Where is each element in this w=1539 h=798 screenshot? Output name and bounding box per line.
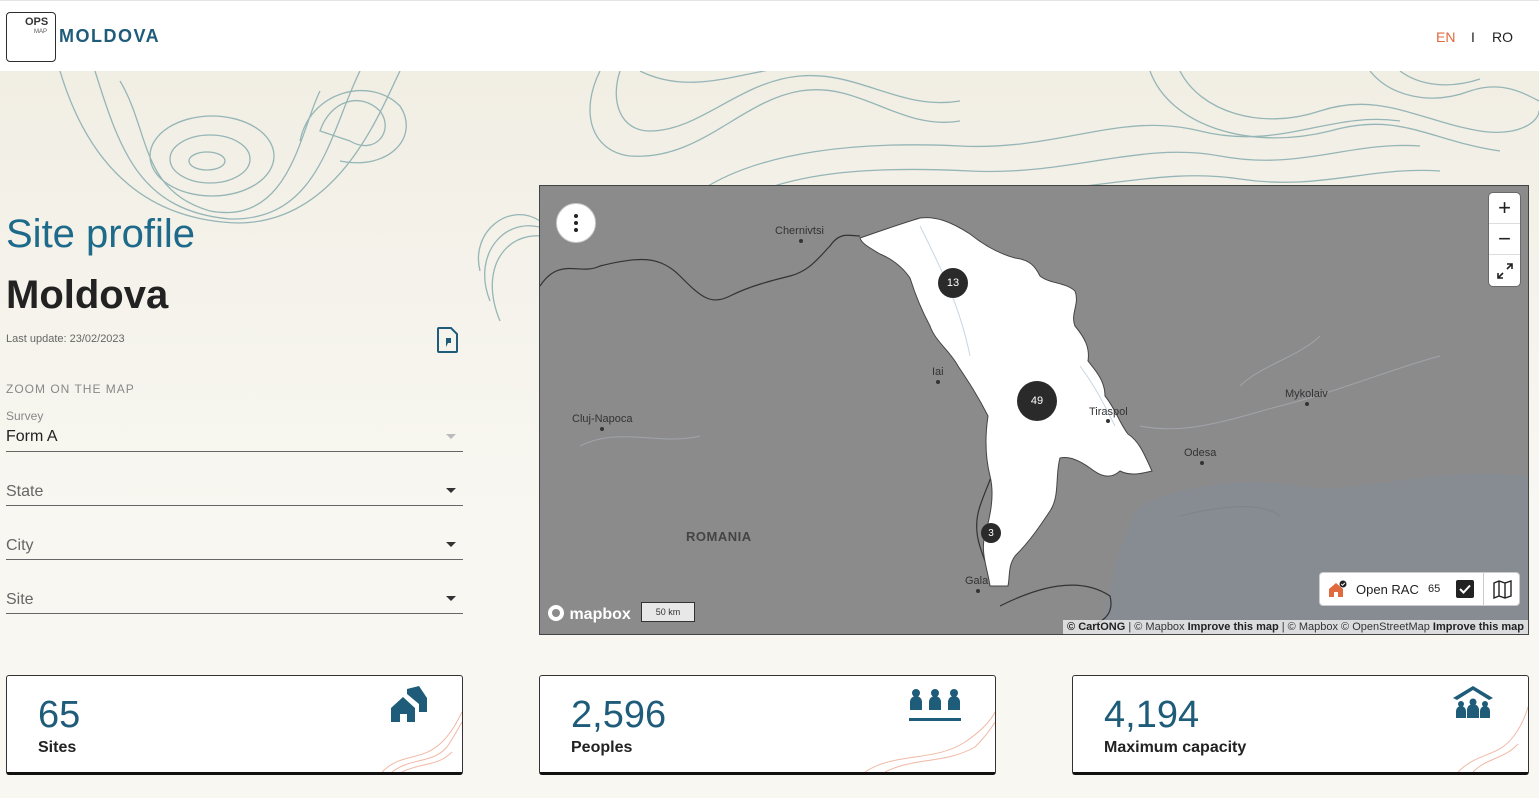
site-cluster[interactable]: 13 xyxy=(938,268,968,298)
mapbox-wordmark: mapbox xyxy=(569,606,631,623)
stat-value: 2,596 xyxy=(571,694,667,736)
place-mykolaiv: Mykolaiv xyxy=(1285,388,1328,400)
place-mykolaiv-dot xyxy=(1305,402,1309,406)
survey-select[interactable]: Survey Form A xyxy=(6,408,463,452)
place-chernivtsi-dot xyxy=(799,239,803,243)
place-odesa-dot xyxy=(1200,461,1204,465)
survey-value: Form A xyxy=(6,428,58,445)
survey-dropdown-caret-icon xyxy=(446,434,456,439)
more-vertical-icon xyxy=(574,214,578,232)
state-placeholder: State xyxy=(6,483,44,500)
map-attribution: © CartONG | © Mapbox Improve this map | … xyxy=(1063,620,1528,634)
survey-label: Survey xyxy=(6,409,44,423)
stat-label: Maximum capacity xyxy=(1104,739,1247,756)
place-chernivtsi: Chernivtsi xyxy=(775,225,824,237)
place-odesa: Odesa xyxy=(1184,447,1217,459)
decorative-swirl xyxy=(1458,706,1528,772)
country-name: Moldova xyxy=(6,273,169,317)
place-galati-dot xyxy=(976,589,980,593)
site-cluster[interactable]: 49 xyxy=(1017,381,1057,421)
legend-label: Open RAC xyxy=(1356,582,1419,597)
decorative-swirl xyxy=(865,711,995,772)
zoom-in-button[interactable]: + xyxy=(1489,193,1520,224)
place-romania: ROMANIA xyxy=(686,529,752,544)
attr-improve-map-2[interactable]: Improve this map xyxy=(1433,621,1524,633)
place-iasi: Iai xyxy=(932,366,944,378)
map-zoom-controls: + − xyxy=(1489,193,1520,286)
language-separator: I xyxy=(1471,29,1475,45)
logo-country-name[interactable]: MOLDOVA xyxy=(59,25,160,47)
export-pdf-icon[interactable] xyxy=(437,327,459,353)
site-placeholder: Site xyxy=(6,591,34,608)
map-menu-button[interactable] xyxy=(556,203,596,243)
zoom-section-label: ZOOM ON THE MAP xyxy=(6,382,135,396)
stat-label: Sites xyxy=(38,739,77,756)
decorative-swirl xyxy=(382,711,462,772)
legend-count: 65 xyxy=(1428,583,1441,595)
expand-icon xyxy=(1496,262,1513,279)
site-map[interactable]: + − Chernivtsi Iai Cluj-Napoca Tiraspol … xyxy=(539,185,1529,635)
fullscreen-button[interactable] xyxy=(1489,255,1520,286)
stat-card-peoples: 2,596 Peoples xyxy=(539,675,996,775)
map-icon xyxy=(1493,580,1512,599)
last-update-text: Last update: 23/02/2023 xyxy=(6,333,125,345)
city-select[interactable]: City xyxy=(6,524,463,560)
attr-improve-map[interactable]: Improve this map xyxy=(1188,621,1279,633)
stat-card-capacity: 4,194 Maximum capacity xyxy=(1072,675,1529,775)
attr-cartong[interactable]: © CartONG xyxy=(1067,621,1125,633)
place-galati: Gala xyxy=(965,575,989,587)
open-rac-icon xyxy=(1329,580,1347,597)
state-dropdown-caret-icon xyxy=(446,488,456,493)
language-ro[interactable]: RO xyxy=(1492,29,1513,45)
basemap-switch-button[interactable] xyxy=(1483,573,1521,605)
map-scale: 50 km xyxy=(641,602,695,622)
place-tiraspol-dot xyxy=(1106,419,1110,423)
attr-mapbox[interactable]: | © Mapbox xyxy=(1128,621,1184,633)
city-placeholder: City xyxy=(6,537,34,554)
logo-map-text: MAP xyxy=(34,29,48,35)
place-cluj-dot xyxy=(600,427,604,431)
logo-ops-text: OPS xyxy=(25,16,49,28)
place-cluj: Cluj-Napoca xyxy=(572,413,633,425)
site-cluster[interactable]: 3 xyxy=(981,523,1001,543)
legend-toggle-checkbox[interactable] xyxy=(1456,580,1474,598)
city-dropdown-caret-icon xyxy=(446,542,456,547)
stat-card-sites: 65 Sites xyxy=(6,675,463,775)
site-dropdown-caret-icon xyxy=(446,596,456,601)
place-iasi-dot xyxy=(936,380,940,384)
language-en[interactable]: EN xyxy=(1436,29,1455,45)
mapbox-icon xyxy=(548,605,564,621)
mapbox-logo[interactable]: mapbox xyxy=(547,604,631,624)
attr-mapbox-osm[interactable]: | © Mapbox © OpenStreetMap xyxy=(1282,621,1430,633)
stat-value: 65 xyxy=(38,694,81,736)
checkmark-icon xyxy=(1459,584,1471,594)
site-select[interactable]: Site xyxy=(6,578,463,614)
top-header: OPS MAP MOLDOVA EN I RO xyxy=(0,0,1539,72)
zoom-out-button[interactable]: − xyxy=(1489,224,1520,255)
stat-label: Peoples xyxy=(571,739,633,756)
page-title: Site profile xyxy=(6,212,195,256)
place-tiraspol: Tiraspol xyxy=(1089,406,1128,418)
state-select[interactable]: State xyxy=(6,470,463,506)
map-legend: Open RAC 65 xyxy=(1319,572,1520,606)
stat-value: 4,194 xyxy=(1104,694,1200,736)
